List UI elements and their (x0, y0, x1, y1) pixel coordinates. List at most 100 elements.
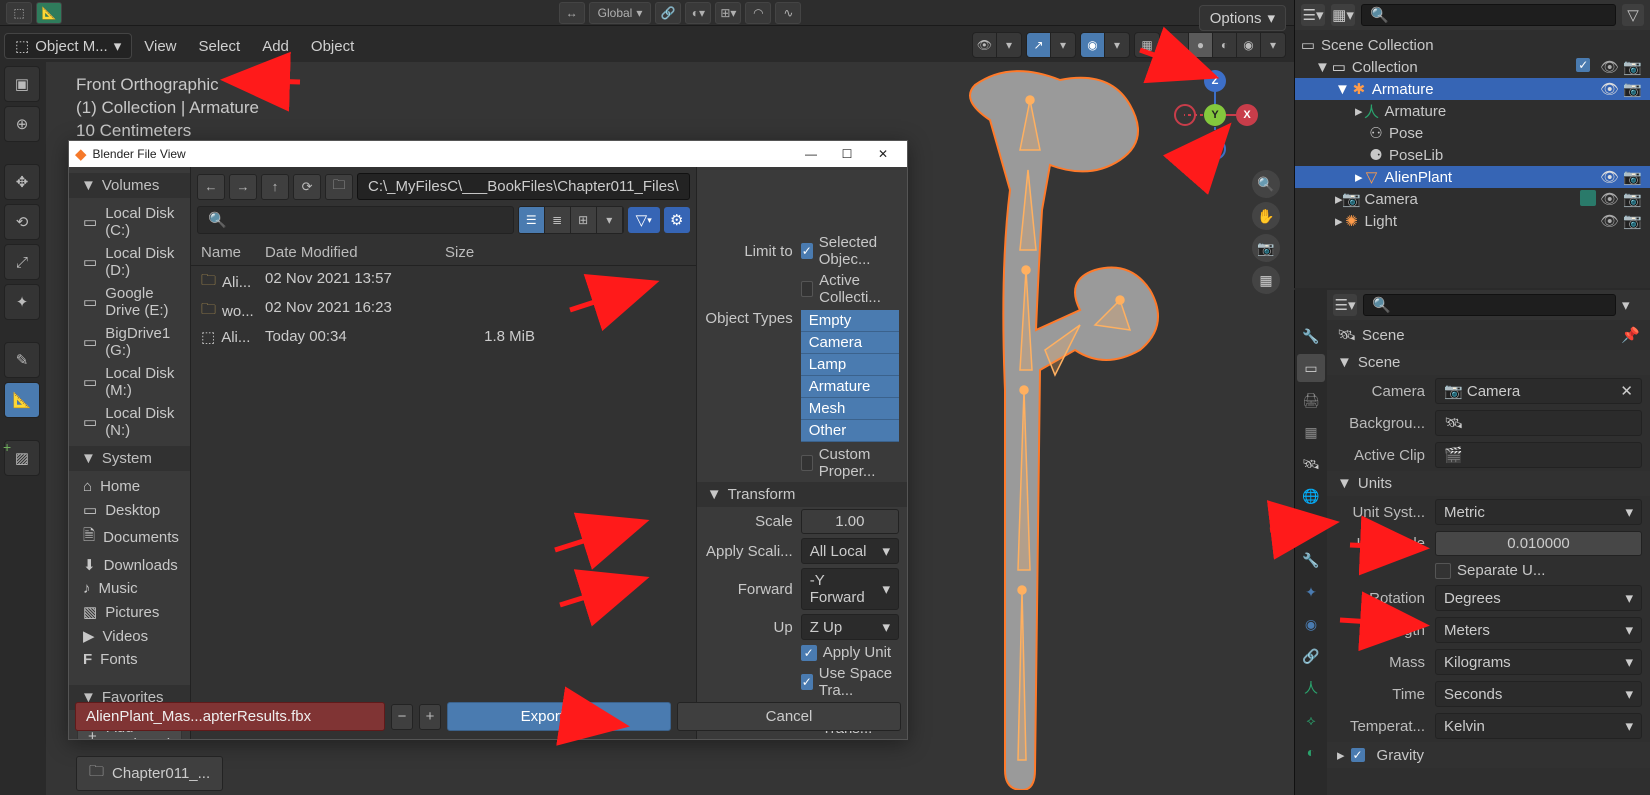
system-item-music[interactable]: ♪Music (69, 577, 190, 600)
options-dropdown[interactable]: Options▾ (1199, 5, 1286, 31)
nav-gizmo[interactable]: Z X Y (1170, 70, 1260, 160)
eye-icon[interactable]: 👁 (1600, 80, 1619, 98)
axis-neg-x[interactable] (1174, 104, 1196, 126)
volume-item[interactable]: ▭Google Drive (E:) (69, 282, 190, 322)
prop-tab-output[interactable]: 🖨 (1297, 386, 1325, 414)
file-row[interactable]: 🗀wo... 02 Nov 2021 16:23 (201, 297, 686, 326)
forward-dropdown[interactable]: -Y Forward▾ (801, 568, 899, 610)
eye-icon[interactable]: 👁 (1600, 190, 1619, 208)
system-item-fonts[interactable]: FFonts (69, 648, 190, 671)
obj-type[interactable]: Empty (801, 310, 899, 332)
length-dropdown[interactable]: Meters▾ (1435, 617, 1642, 643)
obj-type[interactable]: Mesh (801, 398, 899, 420)
outliner-display-mode[interactable]: ☰▾ (1301, 4, 1325, 26)
scale-field[interactable]: 1.00 (801, 509, 899, 534)
background-dropdown[interactable]: 🛰 (1435, 410, 1642, 436)
user-perspective-icon[interactable]: ⬚ (6, 2, 32, 24)
volume-item[interactable]: ▭Local Disk (M:) (69, 362, 190, 402)
camera-dropdown[interactable]: 📷 Camera✕ (1435, 378, 1642, 404)
tool-transform[interactable]: ✦ (4, 284, 40, 320)
props-search[interactable]: 🔍 (1363, 294, 1616, 316)
window-close[interactable]: ✕ (865, 142, 901, 166)
snap-dropdown[interactable]: ◐▾ (685, 2, 711, 24)
obj-type[interactable]: Armature (801, 376, 899, 398)
file-row[interactable]: 🗀Ali... 02 Nov 2021 13:57 (201, 268, 686, 297)
axis-neg-z[interactable] (1204, 138, 1226, 160)
selected-objects-checkbox[interactable]: ✓ (801, 243, 813, 259)
display-thumb[interactable]: ⊞ (571, 207, 597, 233)
system-item-pictures[interactable]: ▧Pictures (69, 600, 190, 624)
file-search-input[interactable]: 🔍 (197, 206, 514, 234)
tree-item-armature-data[interactable]: ▸人 Armature (1295, 100, 1650, 122)
volumes-header[interactable]: ▼ Volumes (69, 173, 190, 198)
props-options[interactable]: ▾ (1622, 296, 1644, 314)
system-item-downloads[interactable]: ⬇Downloads (69, 553, 190, 577)
shading-solid[interactable]: ● (1189, 33, 1213, 57)
nav-camera[interactable]: 📷 (1252, 234, 1280, 262)
time-dropdown[interactable]: Seconds▾ (1435, 681, 1642, 707)
up-dropdown[interactable]: Z Up▾ (801, 614, 899, 640)
temperature-dropdown[interactable]: Kelvin▾ (1435, 713, 1642, 739)
eye-icon[interactable]: 👁 (1600, 58, 1619, 76)
measure-tool-icon[interactable]: 📐 (36, 2, 62, 24)
orientation-dropdown[interactable]: Global▾ (589, 2, 652, 24)
outliner-search[interactable]: 🔍 (1361, 4, 1616, 26)
transform-section-header[interactable]: ▼ Transform (697, 482, 907, 507)
volume-item[interactable]: ▭Local Disk (C:) (69, 202, 190, 242)
settings-button[interactable]: ⚙ (664, 207, 690, 233)
tool-cursor[interactable]: ⊕ (4, 106, 40, 142)
render-icon[interactable]: 📷 (1623, 168, 1642, 186)
volume-item[interactable]: ▭Local Disk (D:) (69, 242, 190, 282)
visibility-dropdown[interactable]: ▾ (997, 33, 1021, 57)
prop-tab-scene[interactable]: 🛰 (1297, 450, 1325, 478)
menu-view[interactable]: View (134, 34, 186, 59)
tool-rotate[interactable]: ⟲ (4, 204, 40, 240)
mode-dropdown[interactable]: ⬚ Object M... ▾ (4, 33, 132, 59)
prop-tab-render[interactable]: ▭ (1297, 354, 1325, 382)
shading-dropdown[interactable]: ▾ (1261, 33, 1285, 57)
nav-zoom[interactable]: 🔍 (1252, 170, 1280, 198)
overlay-toggle[interactable]: ◉ (1081, 33, 1105, 57)
curve-dd[interactable]: ∿ (775, 2, 801, 24)
active-clip-dropdown[interactable]: 🎬 (1435, 442, 1642, 468)
recent-folder-item[interactable]: 🗀 Chapter011_... (76, 756, 223, 791)
nav-pan[interactable]: ✋ (1252, 202, 1280, 230)
prop-tab-material[interactable]: ◐ (1297, 738, 1325, 766)
apply-scalings-dropdown[interactable]: All Local▾ (801, 538, 899, 564)
shading-rendered[interactable]: ◉ (1237, 33, 1261, 57)
prop-tab-world[interactable]: 🌐 (1297, 482, 1325, 510)
system-item-videos[interactable]: ▶Videos (69, 624, 190, 648)
pin-icon[interactable]: 📌 (1621, 326, 1640, 344)
overlay-dropdown[interactable]: ▾ (1105, 33, 1129, 57)
mass-dropdown[interactable]: Kilograms▾ (1435, 649, 1642, 675)
tree-item-pose[interactable]: ⚇ Pose (1295, 122, 1650, 144)
gizmo-dropdown[interactable]: ▾ (1051, 33, 1075, 57)
render-icon[interactable]: 📷 (1623, 58, 1642, 76)
prop-tab-particles[interactable]: ✦ (1297, 578, 1325, 606)
window-minimize[interactable]: — (793, 142, 829, 166)
tree-item-armature[interactable]: ▼✱ Armature 👁📷 (1295, 78, 1650, 100)
obj-type[interactable]: Other (801, 420, 899, 442)
obj-type[interactable]: Camera (801, 332, 899, 354)
file-browser-titlebar[interactable]: ◆ Blender File View — ☐ ✕ (69, 141, 907, 167)
collection-enable-checkbox[interactable]: ✓ (1576, 58, 1590, 72)
render-icon[interactable]: 📷 (1623, 212, 1642, 230)
render-icon[interactable]: 📷 (1623, 190, 1642, 208)
col-name[interactable]: Name (201, 244, 265, 261)
tree-item-poselib[interactable]: ⚈ PoseLib (1295, 144, 1650, 166)
unit-system-dropdown[interactable]: Metric▾ (1435, 499, 1642, 525)
display-detail[interactable]: ≣ (545, 207, 571, 233)
separate-units-checkbox[interactable] (1435, 563, 1451, 579)
orientation-icon[interactable]: ↔ (559, 2, 585, 24)
active-collection-checkbox[interactable] (801, 281, 813, 297)
prop-tab-constraint[interactable]: 🔗 (1297, 642, 1325, 670)
tree-item-light[interactable]: ▸✺ Light 👁📷 (1295, 210, 1650, 232)
tree-collection[interactable]: ▼▭ Collection ✓👁📷 (1295, 56, 1650, 78)
outliner-filter[interactable]: ▽ (1622, 4, 1644, 26)
col-size[interactable]: Size (445, 244, 535, 261)
menu-add[interactable]: Add (252, 34, 299, 59)
use-space-checkbox[interactable]: ✓ (801, 674, 813, 690)
object-types-list[interactable]: Empty Camera Lamp Armature Mesh Other (801, 310, 899, 442)
props-context-dd[interactable]: ☰▾ (1333, 294, 1357, 316)
render-icon[interactable]: 📷 (1623, 80, 1642, 98)
